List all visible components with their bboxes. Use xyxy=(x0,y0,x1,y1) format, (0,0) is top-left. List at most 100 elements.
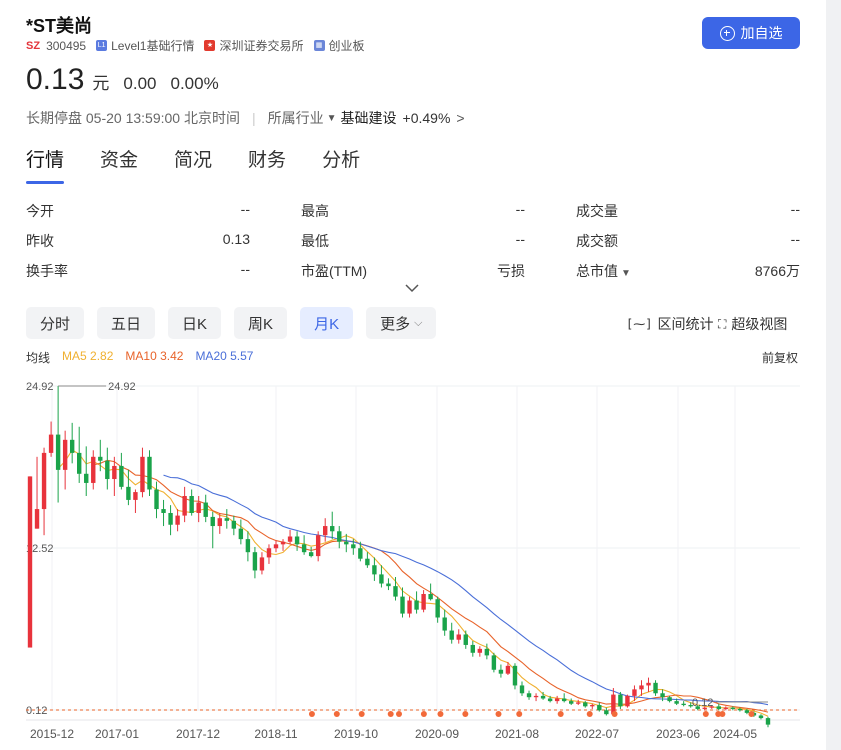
event-dot xyxy=(308,711,315,717)
candle-body xyxy=(91,456,96,483)
kline-candle xyxy=(210,511,215,549)
candle-body xyxy=(55,434,61,470)
tab-analysis[interactable]: 分析 xyxy=(322,145,360,184)
kline-candle xyxy=(224,509,229,529)
adjust-mode[interactable]: 前复权 xyxy=(762,349,798,366)
kline-candle xyxy=(62,430,68,490)
candle-body xyxy=(301,544,307,553)
period-more[interactable]: 更多 ⌵ xyxy=(366,307,437,339)
candle-body xyxy=(217,518,222,527)
candle-body xyxy=(119,465,124,487)
candle-body xyxy=(344,541,349,545)
candle-body xyxy=(105,460,110,480)
kline-candle xyxy=(55,386,61,503)
tab-market[interactable]: 行情 xyxy=(26,145,65,184)
stat-label: 昨收 xyxy=(26,233,54,249)
candle-body xyxy=(512,665,518,686)
y-tick-label: 24.92 xyxy=(26,381,54,393)
tab-finance[interactable]: 财务 xyxy=(248,145,286,184)
expand-chevron-icon[interactable] xyxy=(404,282,420,294)
event-dot xyxy=(748,711,755,717)
stat-label: 成交额 xyxy=(576,233,618,249)
fullscreen-icon: ⛶ xyxy=(718,316,727,331)
kline-candle xyxy=(168,505,173,536)
trading-status: 长期停盘 05-20 13:59:00 北京时间 xyxy=(26,110,240,126)
stat-open: 今开 -- xyxy=(26,201,250,221)
add-watchlist-label: 加自选 xyxy=(740,25,783,41)
ma-legend: 均线 MA5 2.82 MA10 3.42 MA20 5.57 xyxy=(26,349,265,366)
quote-level[interactable]: L1 Level1基础行情 xyxy=(96,37,194,54)
period-monthly[interactable]: 月K xyxy=(300,307,354,339)
candle-body xyxy=(554,698,560,702)
kline-candle xyxy=(576,699,581,706)
kline-candle xyxy=(407,596,412,618)
candle-body xyxy=(182,496,187,516)
stat-turnover-rate: 换手率 -- xyxy=(26,261,250,281)
candle-body xyxy=(604,710,609,715)
candle-body xyxy=(161,509,166,513)
kline-candle xyxy=(315,531,321,562)
x-tick-label: 2018-11 xyxy=(254,727,297,741)
kline-candle xyxy=(379,565,384,588)
candle-body xyxy=(674,701,679,704)
stat-prev-close: 昨收 0.13 xyxy=(26,231,250,251)
candle-body xyxy=(351,544,356,549)
candle-body xyxy=(407,600,412,614)
industry-dropdown[interactable]: 所属行业 ▼ xyxy=(268,108,337,128)
period-intraday[interactable]: 分时 xyxy=(26,307,85,339)
kline-candle xyxy=(105,447,110,490)
stat-label: 最低 xyxy=(301,233,329,249)
industry-link[interactable]: 基础建设 +0.49% > xyxy=(337,108,465,128)
kline-candle xyxy=(48,421,54,457)
stat-value: 8766万 xyxy=(754,263,800,279)
candle-body xyxy=(372,565,377,575)
kline-candle xyxy=(463,630,468,649)
candle-body xyxy=(442,617,447,631)
current-price: 0.13 xyxy=(26,63,85,96)
caret-down-icon: ▼ xyxy=(621,268,631,279)
tab-funds[interactable]: 资金 xyxy=(100,145,138,184)
candle-body xyxy=(491,655,497,670)
candle-body xyxy=(84,473,89,483)
period-weekly[interactable]: 周K xyxy=(234,307,288,339)
stat-value: -- xyxy=(240,261,250,277)
candle-body xyxy=(69,439,75,453)
candle-body xyxy=(723,707,729,709)
price-change-pct: 0.00% xyxy=(170,74,219,93)
board[interactable]: ▦ 创业板 xyxy=(313,37,365,54)
candle-body xyxy=(266,548,272,558)
period-daily[interactable]: 日K xyxy=(168,307,222,339)
max-price-label: 24.92 xyxy=(108,381,136,393)
event-dot xyxy=(557,711,564,717)
period-selector: 分时 五日 日K 周K 月K 更多 ⌵ xyxy=(26,307,449,339)
kline-candle xyxy=(337,526,342,549)
kline-candle xyxy=(34,456,40,529)
candle-body xyxy=(41,452,47,510)
tab-profile[interactable]: 简况 xyxy=(174,145,212,184)
kline-candle xyxy=(69,422,75,464)
kline-candle xyxy=(372,557,377,581)
x-tick-label: 2023-06 xyxy=(656,727,700,741)
period-five-day[interactable]: 五日 xyxy=(97,307,156,339)
candle-body xyxy=(681,703,686,706)
candle-body xyxy=(323,526,328,536)
event-dot xyxy=(396,711,402,717)
candle-body xyxy=(168,512,173,525)
kline-candle xyxy=(667,695,672,703)
scrollbar-track[interactable] xyxy=(826,0,841,750)
stat-label: 换手率 xyxy=(26,263,68,279)
industry-change: +0.49% xyxy=(402,110,451,126)
stat-value: -- xyxy=(790,201,800,217)
add-watchlist-button[interactable]: 加自选 xyxy=(702,17,800,49)
candle-body xyxy=(400,596,405,614)
super-view-button[interactable]: ⛶ 超级视图 xyxy=(718,314,787,334)
candle-body xyxy=(765,718,771,725)
kline-candle xyxy=(653,680,658,696)
interval-stats-button[interactable]: [⁓] 区间统计 xyxy=(626,314,713,334)
kline-candle xyxy=(597,702,602,712)
stat-market-cap[interactable]: 总市值 ▼ 8766万 xyxy=(576,261,800,281)
monthly-kline-chart[interactable]: 24.9212.520.122015-12 2017-01 2017-12 2018-… xyxy=(0,368,826,750)
candle-body xyxy=(456,634,461,640)
kline-candle xyxy=(41,447,47,536)
kline-candle xyxy=(323,518,328,542)
